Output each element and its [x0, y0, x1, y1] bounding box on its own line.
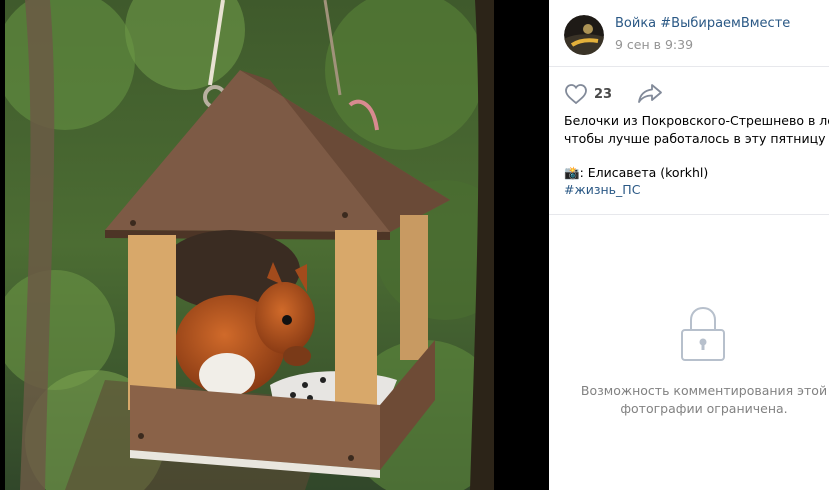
author-name[interactable]: Войка #ВыбираемВместе: [615, 16, 790, 31]
squirrel-feeder-photo[interactable]: [5, 0, 494, 490]
restricted-text-line: фотографии ограничена.: [620, 401, 788, 416]
like-count: 23: [594, 86, 613, 102]
photo-area[interactable]: [0, 0, 549, 490]
post-actions: 23: [549, 66, 829, 110]
avatar[interactable]: [564, 15, 604, 55]
photo-viewer: Войка #ВыбираемВместе 9 сен в 9:39 23 Бе…: [0, 0, 829, 490]
hashtag-link[interactable]: #жизнь_ПС: [564, 181, 640, 199]
photo-credit: 📸: Елисавета (korkhl): [564, 165, 709, 180]
post-header: Войка #ВыбираемВместе 9 сен в 9:39: [549, 0, 829, 67]
post-text-line: чтобы лучше работалось в эту пятницу 😏: [564, 131, 829, 146]
restricted-text-line: Возможность комментирования этой: [580, 383, 828, 398]
heart-icon: [565, 84, 587, 105]
share-arrow-icon: [638, 84, 662, 103]
post-text-line: Белочки из Покровского-Стрешнево в лент: [564, 113, 829, 128]
post-text: Белочки из Покровского-Стрешнево в лент …: [564, 112, 829, 148]
comments-restricted-message: Возможность комментирования этой фотогра…: [574, 382, 829, 418]
share-button[interactable]: [637, 82, 663, 106]
like-button[interactable]: 23: [564, 82, 612, 106]
post-date[interactable]: 9 сен в 9:39: [615, 37, 693, 52]
lock-icon: [679, 304, 727, 364]
divider: [549, 214, 829, 215]
post-sidebar: Войка #ВыбираемВместе 9 сен в 9:39 23 Бе…: [549, 0, 829, 490]
